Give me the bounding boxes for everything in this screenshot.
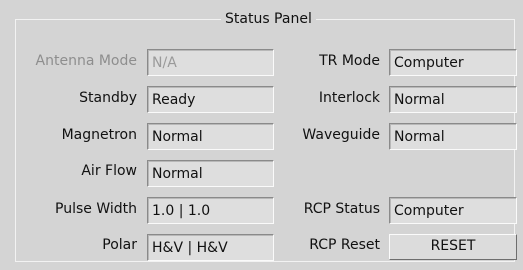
antenna-mode-label: Antenna Mode (35, 53, 137, 69)
tr-mode-field: Computer (389, 49, 517, 76)
rcp-status-label: RCP Status (303, 201, 380, 217)
interlock-field: Normal (389, 86, 517, 113)
magnetron-label: Magnetron (61, 127, 137, 143)
rcp-reset-button[interactable]: RESET (389, 234, 517, 260)
polar-label: Polar (102, 237, 137, 253)
panel-title: Status Panel (221, 10, 316, 28)
standby-field: Ready (147, 86, 274, 113)
antenna-mode-field: N/A (147, 49, 274, 76)
rcp-status-field: Computer (389, 197, 517, 224)
air-flow-field: Normal (147, 160, 274, 187)
magnetron-field: Normal (147, 123, 274, 150)
interlock-label: Interlock (318, 90, 380, 106)
tr-mode-label: TR Mode (319, 53, 380, 69)
waveguide-label: Waveguide (302, 127, 380, 143)
rcp-reset-label: RCP Reset (309, 237, 380, 253)
air-flow-label: Air Flow (81, 163, 137, 179)
waveguide-field: Normal (389, 123, 517, 150)
pulse-width-field: 1.0 | 1.0 (147, 197, 274, 224)
standby-label: Standby (79, 90, 137, 106)
pulse-width-label: Pulse Width (55, 201, 137, 217)
polar-field: H&V | H&V (147, 234, 274, 261)
